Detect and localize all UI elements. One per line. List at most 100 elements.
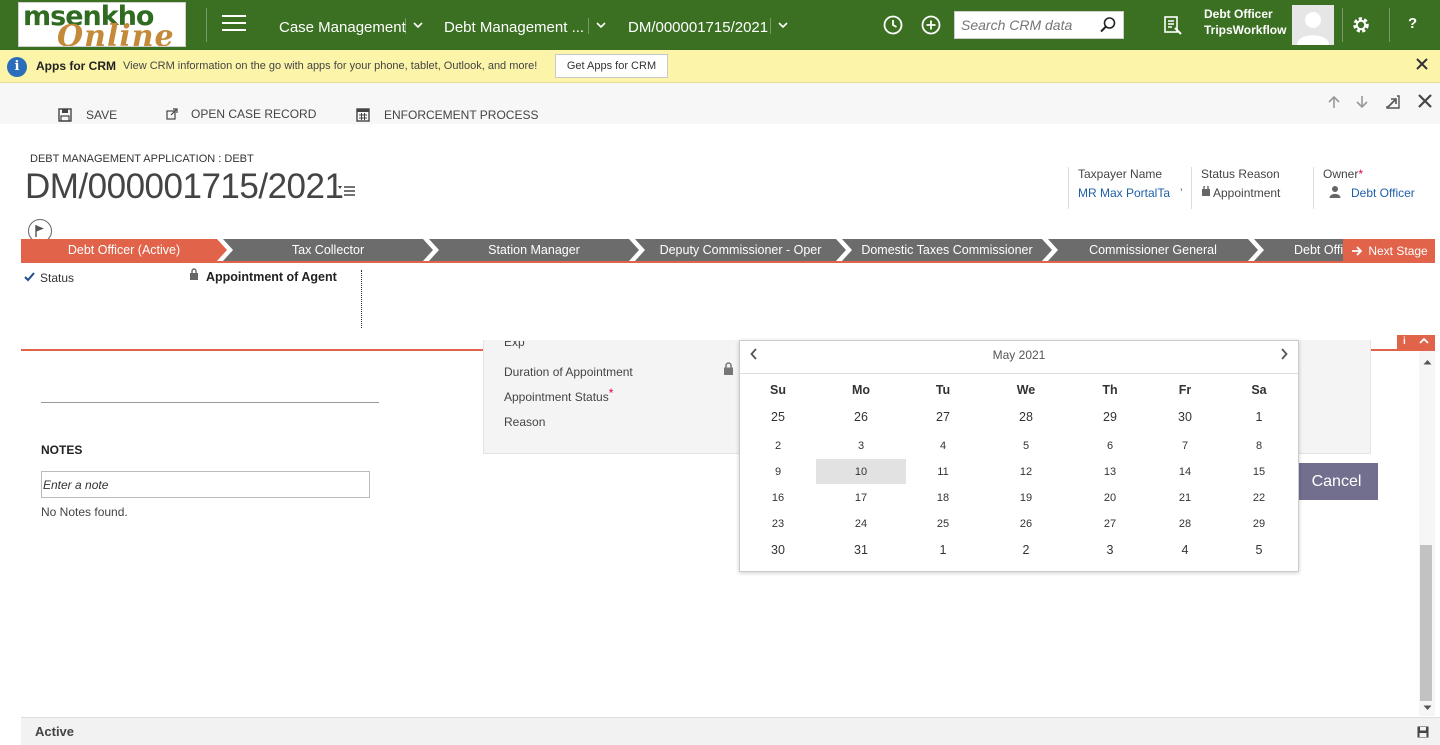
owner-link[interactable]: Debt Officer: [1351, 186, 1415, 200]
save-disk-icon[interactable]: [1417, 725, 1429, 743]
calendar-day[interactable]: 21: [1165, 492, 1205, 504]
calendar-day[interactable]: 2: [758, 440, 798, 452]
advanced-find-icon[interactable]: [1162, 14, 1184, 36]
collapse-up-icon[interactable]: [1419, 336, 1429, 349]
vertical-scrollbar[interactable]: [1419, 351, 1435, 716]
hamburger-menu-icon[interactable]: [222, 15, 246, 35]
settings-gear-icon[interactable]: [1350, 14, 1372, 36]
scrollbar-thumb[interactable]: [1420, 545, 1432, 701]
record-title: DM/000001715/2021: [25, 167, 344, 206]
stage-deputy-commissioner[interactable]: Deputy Commissioner - Oper: [635, 239, 846, 261]
stage-commissioner-general[interactable]: Commissioner General: [1048, 239, 1258, 261]
recent-history-icon[interactable]: [882, 14, 904, 36]
calendar-day[interactable]: 25: [758, 410, 798, 424]
calendar-day[interactable]: 29: [1239, 518, 1279, 530]
calendar-day[interactable]: 10: [841, 466, 881, 478]
calendar-grid-icon: [356, 108, 370, 122]
calendar-day[interactable]: 13: [1090, 466, 1130, 478]
cancel-button[interactable]: Cancel: [1295, 463, 1378, 500]
calendar-day[interactable]: 4: [923, 440, 963, 452]
calendar-day[interactable]: 1: [923, 543, 963, 557]
calendar-day[interactable]: 29: [1090, 410, 1130, 424]
calendar-day[interactable]: 23: [758, 518, 798, 530]
calendar-day[interactable]: 25: [923, 518, 963, 530]
calendar-day[interactable]: 31: [841, 543, 881, 557]
calendar-day[interactable]: 9: [758, 466, 798, 478]
user-info[interactable]: Debt Officer TripsWorkflow: [1204, 6, 1286, 38]
required-asterisk: *: [608, 386, 614, 400]
search-input[interactable]: [955, 12, 1095, 38]
taxpayer-name-link[interactable]: MR Max PortalTa: [1078, 186, 1174, 200]
calendar-day[interactable]: 1: [1239, 410, 1279, 424]
calendar-day[interactable]: 27: [1090, 518, 1130, 530]
scroll-up-arrow-icon[interactable]: [1419, 357, 1435, 367]
form-selector-menu-icon[interactable]: [338, 184, 356, 203]
msenkho-online-logo[interactable]: msenkho Online: [18, 2, 186, 47]
popout-icon[interactable]: [1386, 95, 1400, 112]
calendar-day[interactable]: 28: [1165, 518, 1205, 530]
process-stage-bar: Debt Officer (Active) Tax Collector Stat…: [21, 239, 1343, 261]
help-icon[interactable]: ?: [1408, 15, 1417, 32]
calendar-day[interactable]: 22: [1239, 492, 1279, 504]
calendar-day[interactable]: 5: [1239, 543, 1279, 557]
calendar-day[interactable]: 30: [758, 543, 798, 557]
create-new-icon[interactable]: [920, 14, 942, 36]
calendar-day[interactable]: 8: [1239, 440, 1279, 452]
calendar-day[interactable]: 7: [1165, 440, 1205, 452]
process-collapse-buttons: i: [1397, 335, 1435, 350]
calendar-day[interactable]: 18: [923, 492, 963, 504]
calendar-day[interactable]: 15: [1239, 466, 1279, 478]
calendar-day[interactable]: 6: [1090, 440, 1130, 452]
process-step-value[interactable]: Appointment of Agent: [189, 268, 337, 284]
stage-debt-officer-final[interactable]: Debt Offi: [1254, 239, 1343, 261]
close-icon[interactable]: [1416, 57, 1428, 75]
next-month-icon[interactable]: [1280, 348, 1288, 363]
save-button[interactable]: SAVE: [58, 108, 117, 122]
calendar-day[interactable]: 19: [1006, 492, 1046, 504]
stage-debt-officer-active[interactable]: Debt Officer (Active): [21, 239, 227, 261]
calendar-day[interactable]: 4: [1165, 543, 1205, 557]
status-footer: Active: [21, 717, 1440, 745]
close-record-icon[interactable]: [1418, 94, 1432, 111]
chevron-down-icon[interactable]: [596, 18, 606, 32]
lock-icon: [189, 268, 199, 283]
get-apps-button[interactable]: Get Apps for CRM: [555, 54, 668, 78]
stage-domestic-taxes-commissioner[interactable]: Domestic Taxes Commissioner: [842, 239, 1052, 261]
calendar-day[interactable]: 27: [923, 410, 963, 424]
calendar-day[interactable]: 16: [758, 492, 798, 504]
calendar-day[interactable]: 11: [923, 466, 963, 478]
scroll-down-arrow-icon[interactable]: [1419, 703, 1435, 713]
previous-record-arrow-icon[interactable]: [1328, 95, 1340, 112]
calendar-month-title[interactable]: May 2021: [740, 348, 1298, 362]
calendar-day[interactable]: 17: [841, 492, 881, 504]
calendar-day[interactable]: 26: [1006, 518, 1046, 530]
enforcement-process-button[interactable]: ENFORCEMENT PROCESS: [356, 108, 538, 122]
info-icon[interactable]: i: [1403, 336, 1406, 347]
calendar-day[interactable]: 14: [1165, 466, 1205, 478]
calendar-day[interactable]: 26: [841, 410, 881, 424]
user-avatar[interactable]: [1292, 5, 1334, 45]
calendar-day[interactable]: 2: [1006, 543, 1046, 557]
calendar-day[interactable]: 24: [841, 518, 881, 530]
search-icon[interactable]: [1099, 16, 1117, 39]
nav-area-case-management[interactable]: Case Management: [279, 19, 406, 36]
calendar-day[interactable]: 12: [1006, 466, 1046, 478]
stage-station-manager[interactable]: Station Manager: [429, 239, 639, 261]
nav-entity-debt-management[interactable]: Debt Management ...: [444, 19, 584, 36]
lock-icon: [1201, 186, 1211, 199]
note-input[interactable]: [41, 471, 370, 498]
calendar-day[interactable]: 5: [1006, 440, 1046, 452]
calendar-day[interactable]: 30: [1165, 410, 1205, 424]
stage-tax-collector[interactable]: Tax Collector: [223, 239, 433, 261]
next-record-arrow-icon[interactable]: [1356, 95, 1368, 112]
chevron-down-icon[interactable]: [413, 18, 423, 32]
calendar-day[interactable]: 3: [1090, 543, 1130, 557]
next-stage-button[interactable]: Next Stage: [1343, 239, 1435, 263]
nav-record-breadcrumb[interactable]: DM/000001715/2021: [628, 19, 768, 36]
open-case-record-button[interactable]: OPEN CASE RECORD: [166, 107, 316, 121]
calendar-day[interactable]: 3: [841, 440, 881, 452]
calendar-day[interactable]: 20: [1090, 492, 1130, 504]
calendar-day[interactable]: 28: [1006, 410, 1046, 424]
chevron-down-icon[interactable]: [778, 18, 788, 32]
reason-label: Reason: [504, 415, 546, 429]
